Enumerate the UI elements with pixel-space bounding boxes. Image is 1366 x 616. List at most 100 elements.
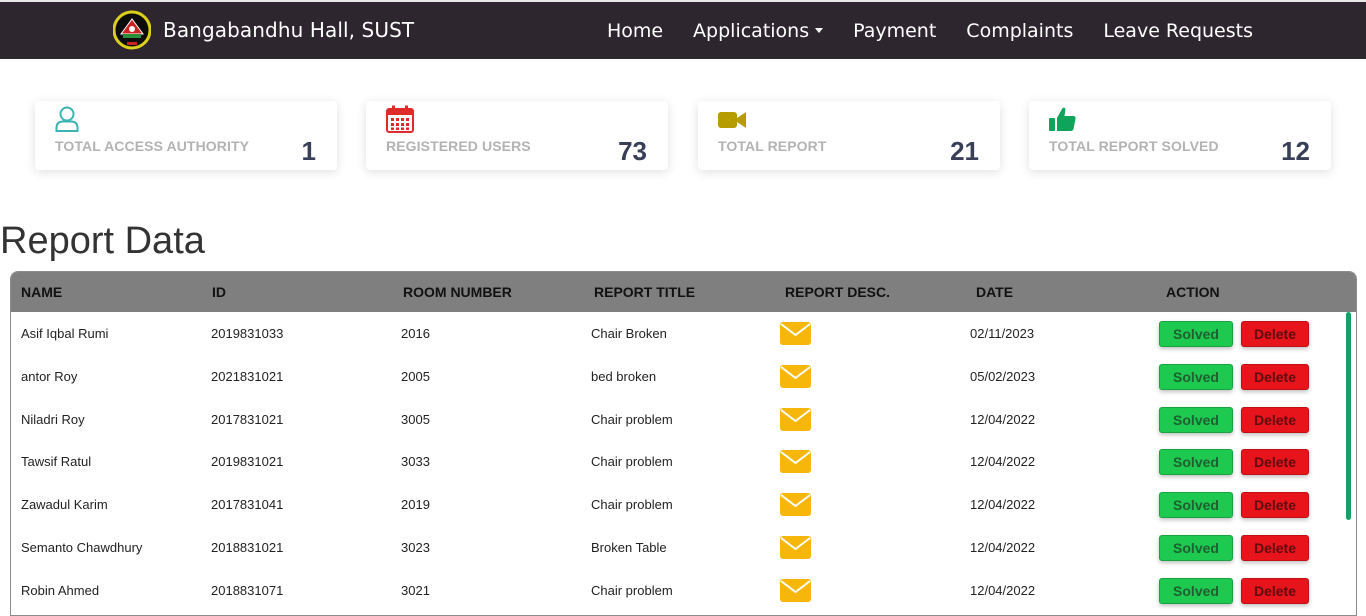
cell-room: 2005 bbox=[401, 368, 430, 384]
envelope-icon[interactable] bbox=[780, 493, 811, 517]
stat-value: 21 bbox=[950, 136, 979, 166]
cell-name: Semanto Chawdhury bbox=[21, 539, 143, 555]
envelope-icon[interactable] bbox=[780, 535, 811, 559]
table-row: Robin Ahmed 2018831071 3021 Chair proble… bbox=[11, 569, 1347, 612]
column-header-title: REPORT TITLE bbox=[594, 284, 696, 300]
thumbs-up-icon bbox=[1049, 107, 1076, 131]
table-row: Semanto Chawdhury 2018831021 3023 Broken… bbox=[11, 526, 1347, 569]
column-header-desc: REPORT DESC. bbox=[785, 284, 891, 300]
delete-button[interactable]: Delete bbox=[1241, 363, 1309, 390]
caret-down-icon bbox=[815, 28, 824, 33]
table-header: NAME ID ROOM NUMBER REPORT TITLE REPORT … bbox=[11, 272, 1356, 312]
stat-value: 12 bbox=[1281, 136, 1310, 166]
cell-room: 3021 bbox=[401, 582, 430, 598]
delete-button[interactable]: Delete bbox=[1241, 492, 1309, 519]
stat-label: TOTAL ACCESS AUTHORITY bbox=[55, 138, 250, 154]
delete-button[interactable]: Delete bbox=[1241, 534, 1309, 561]
nav-leave-requests[interactable]: Leave Requests bbox=[1103, 20, 1253, 42]
cell-room: 3005 bbox=[401, 411, 430, 427]
nav-links: Home Applications Payment Complaints Lea… bbox=[577, 2, 1253, 59]
table-row: Niladri Roy 2017831021 3005 Chair proble… bbox=[11, 398, 1347, 441]
table-row: Asif Iqbal Rumi 2019831033 2016 Chair Br… bbox=[11, 312, 1347, 355]
nav-home[interactable]: Home bbox=[607, 20, 663, 42]
nav-payment[interactable]: Payment bbox=[853, 20, 936, 42]
cell-room: 3023 bbox=[401, 539, 430, 555]
stat-value: 73 bbox=[618, 136, 647, 166]
column-header-id: ID bbox=[212, 284, 226, 300]
cell-name: Tawsif Ratul bbox=[21, 454, 92, 470]
brand-name: Bangabandhu Hall, SUST bbox=[163, 18, 415, 42]
stat-card-access-authority: TOTAL ACCESS AUTHORITY 1 bbox=[35, 101, 337, 170]
delete-button[interactable]: Delete bbox=[1241, 577, 1309, 604]
cell-title: Chair problem bbox=[591, 454, 673, 470]
solved-button[interactable]: Solved bbox=[1159, 534, 1233, 561]
stat-card-total-report: TOTAL REPORT 21 bbox=[698, 101, 1000, 170]
cell-name: antor Roy bbox=[21, 368, 78, 384]
video-camera-icon bbox=[718, 112, 746, 128]
solved-button[interactable]: Solved bbox=[1159, 406, 1233, 433]
stat-label: TOTAL REPORT SOLVED bbox=[1049, 138, 1219, 154]
delete-button[interactable]: Delete bbox=[1241, 449, 1309, 476]
table-row: Tawsif Ratul 2019831021 3033 Chair probl… bbox=[11, 440, 1347, 483]
solved-button[interactable]: Solved bbox=[1159, 363, 1233, 390]
cell-name: Asif Iqbal Rumi bbox=[21, 326, 109, 341]
cell-id: 2017831021 bbox=[211, 411, 284, 427]
cell-room: 2016 bbox=[401, 326, 430, 341]
cell-date: 12/04/2022 bbox=[970, 539, 1036, 555]
envelope-icon[interactable] bbox=[780, 450, 811, 474]
cell-title: bed broken bbox=[591, 368, 657, 384]
cell-id: 2019831033 bbox=[211, 326, 284, 341]
cell-title: Chair problem bbox=[591, 497, 673, 513]
report-table: NAME ID ROOM NUMBER REPORT TITLE REPORT … bbox=[10, 271, 1357, 616]
table-scrollbar[interactable] bbox=[1346, 312, 1351, 520]
envelope-icon[interactable] bbox=[780, 407, 811, 431]
cell-title: Broken Table bbox=[591, 539, 667, 555]
solved-button[interactable]: Solved bbox=[1159, 492, 1233, 519]
stat-card-report-solved: TOTAL REPORT SOLVED 12 bbox=[1029, 101, 1331, 170]
cell-name: Niladri Roy bbox=[21, 411, 85, 427]
column-header-room: ROOM NUMBER bbox=[403, 284, 512, 300]
envelope-icon[interactable] bbox=[780, 364, 811, 388]
cell-date: 12/04/2022 bbox=[970, 582, 1036, 598]
cell-date: 02/11/2023 bbox=[970, 326, 1035, 341]
hall-logo-icon bbox=[113, 10, 151, 50]
user-icon bbox=[55, 106, 79, 132]
cell-date: 12/04/2022 bbox=[970, 411, 1036, 427]
column-header-name: NAME bbox=[21, 284, 63, 300]
cell-room: 2019 bbox=[401, 497, 430, 513]
cell-room: 3033 bbox=[401, 454, 430, 470]
solved-button[interactable]: Solved bbox=[1159, 577, 1233, 604]
cell-id: 2017831041 bbox=[211, 497, 284, 513]
cell-name: Robin Ahmed bbox=[21, 582, 100, 598]
stat-card-registered-users: REGISTERED USERS 73 bbox=[366, 101, 668, 170]
page-title: Report Data bbox=[0, 220, 205, 262]
brand[interactable]: Bangabandhu Hall, SUST bbox=[113, 8, 414, 52]
cell-date: 12/04/2022 bbox=[970, 497, 1036, 513]
cell-date: 05/02/2023 bbox=[970, 368, 1036, 384]
solved-button[interactable]: Solved bbox=[1159, 449, 1233, 476]
envelope-icon[interactable] bbox=[780, 578, 811, 602]
stat-value: 1 bbox=[301, 136, 316, 166]
cell-id: 2019831021 bbox=[211, 454, 284, 470]
nav-applications[interactable]: Applications bbox=[693, 19, 824, 42]
solved-button[interactable]: Solved bbox=[1159, 321, 1233, 347]
table-row: Zawadul Karim 2017831041 2019 Chair prob… bbox=[11, 483, 1347, 526]
column-header-action: ACTION bbox=[1166, 284, 1220, 300]
table-row: antor Roy 2021831021 2005 bed broken 05/… bbox=[11, 355, 1347, 398]
cell-title: Chair problem bbox=[591, 411, 673, 427]
cell-name: Zawadul Karim bbox=[21, 497, 108, 513]
delete-button[interactable]: Delete bbox=[1241, 406, 1309, 433]
cell-id: 2018831021 bbox=[211, 539, 284, 555]
stat-label: TOTAL REPORT bbox=[718, 138, 827, 154]
column-header-date: DATE bbox=[976, 284, 1014, 300]
cell-id: 2018831071 bbox=[211, 582, 284, 598]
envelope-icon[interactable] bbox=[780, 322, 811, 345]
stat-label: REGISTERED USERS bbox=[386, 138, 531, 154]
cell-title: Chair Broken bbox=[591, 326, 667, 341]
nav-applications-label: Applications bbox=[693, 19, 810, 42]
delete-button[interactable]: Delete bbox=[1241, 321, 1309, 347]
nav-complaints[interactable]: Complaints bbox=[966, 20, 1073, 42]
table-body: Asif Iqbal Rumi 2019831033 2016 Chair Br… bbox=[11, 312, 1347, 612]
calendar-icon bbox=[386, 105, 414, 133]
top-navbar: Bangabandhu Hall, SUST Home Applications… bbox=[0, 0, 1366, 59]
